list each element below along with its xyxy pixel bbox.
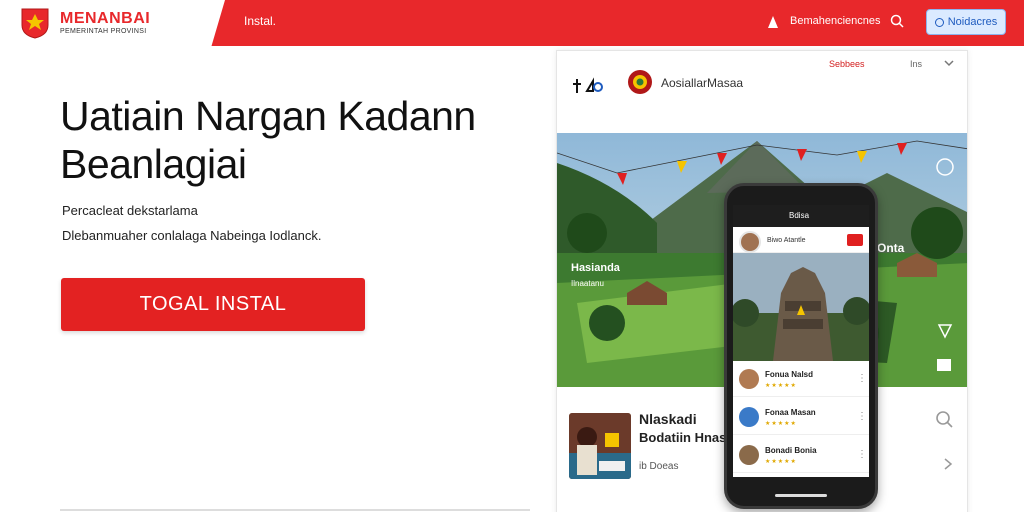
circle-icon xyxy=(934,17,944,27)
chevron-down-icon[interactable] xyxy=(943,57,955,69)
temple-photo xyxy=(733,253,869,361)
phone-screen-title: Bdisa xyxy=(789,211,810,220)
list-item-name: Bonadi Bonia xyxy=(765,446,817,455)
scene-caption-sub: Ilnaatanu xyxy=(571,279,604,288)
install-button[interactable]: TOGAL INSTAL xyxy=(61,278,365,331)
list-item[interactable]: Fonaa Masan ★★★★★ ⋮ xyxy=(733,399,869,435)
list-item[interactable]: Fonua Nalsd ★★★★★ ⋮ xyxy=(733,361,869,397)
video-title[interactable]: Nlaskadi xyxy=(639,411,697,427)
more-icon[interactable]: ⋮ xyxy=(857,373,867,384)
profile-link[interactable]: Bemahenciencnes xyxy=(790,15,881,27)
phone-user-name[interactable]: Biwo Atantle xyxy=(767,237,806,244)
phone-home-indicator xyxy=(775,494,827,497)
video-meta: ib Doeas xyxy=(639,461,679,472)
scene-caption: Hasianda xyxy=(571,262,620,274)
rating-stars: ★★★★★ xyxy=(765,383,797,389)
page: MENANBAI PEMERINTAH PROVINSI Instal. Bem… xyxy=(0,0,1024,512)
avatar xyxy=(739,407,759,427)
hero-title-line-2: Beanlagiai xyxy=(60,141,247,187)
phone-screen: Bdisa Biwo Atantle Fonua Nalsd ★★★★★ ⋮ F… xyxy=(733,205,869,477)
scene-label: Onta xyxy=(877,241,905,255)
list-item-name: Fonua Nalsd xyxy=(765,370,814,379)
phone-user-bar: Biwo Atantle xyxy=(733,227,869,253)
avatar[interactable] xyxy=(739,231,761,253)
hero-subtitle-2: Dlebanmuaher conlalaga Nabeinga Iodlanck… xyxy=(62,228,322,243)
video-subtitle: Bodatiin Hnasa xyxy=(639,430,734,445)
avatar xyxy=(739,445,759,465)
hero-subtitle-1: Percacleat dekstarlama xyxy=(62,203,198,218)
more-icon[interactable]: ⋮ xyxy=(857,449,867,460)
card-gray-label: Ins xyxy=(910,59,923,69)
account-name[interactable]: AosiallarMasaa xyxy=(661,76,743,90)
avatar xyxy=(739,369,759,389)
card-red-link[interactable]: Sebbees xyxy=(829,59,865,69)
more-icon[interactable]: ⋮ xyxy=(857,411,867,422)
header-action-button[interactable]: Noidacres xyxy=(926,9,1006,35)
brand-name[interactable]: MENANBAI xyxy=(60,10,150,28)
chevron-right-icon[interactable] xyxy=(943,457,953,471)
hero-title-line-1: Uatiain Nargan Kadann xyxy=(60,93,476,139)
list-item[interactable]: Bonadi Bonia ★★★★★ ⋮ xyxy=(733,437,869,473)
rating-stars: ★★★★★ xyxy=(765,421,797,427)
hero-title: Uatiain Nargan Kadann Beanlagiai xyxy=(60,92,530,188)
divider xyxy=(60,509,530,511)
tiktok-icon[interactable] xyxy=(571,75,605,97)
list-item-name: Fonaa Masan xyxy=(765,408,816,417)
search-icon[interactable] xyxy=(934,409,954,429)
badge-icon[interactable] xyxy=(847,234,863,246)
phone-status-bar: Bdisa xyxy=(733,205,869,227)
rating-stars: ★★★★★ xyxy=(765,459,797,465)
header-action-label: Noidacres xyxy=(947,16,998,28)
search-icon[interactable] xyxy=(889,13,905,29)
brand-tagline: PEMERINTAH PROVINSI xyxy=(60,28,147,35)
nav-install-link[interactable]: Instal. xyxy=(244,14,276,28)
top-header-bar: MENANBAI PEMERINTAH PROVINSI Instal. Bem… xyxy=(0,0,1024,46)
user-icon[interactable] xyxy=(765,14,781,30)
emblem-logo-icon[interactable] xyxy=(20,7,50,39)
video-thumbnail[interactable] xyxy=(569,413,631,479)
emblem-icon xyxy=(628,70,652,94)
